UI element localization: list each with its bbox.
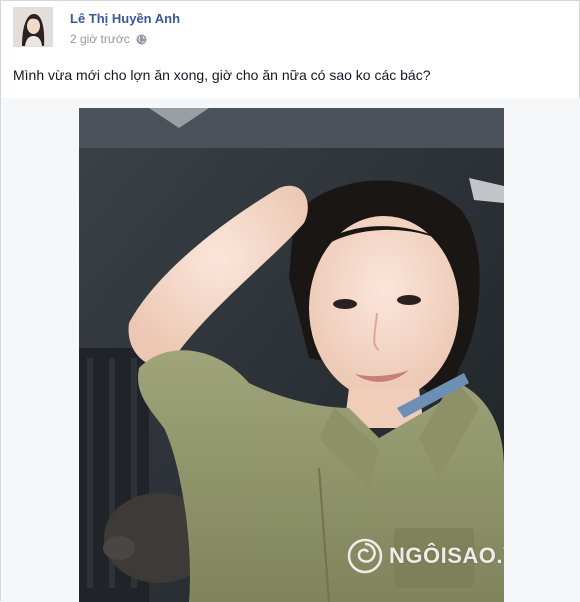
photo-container: NGÔISAO.VN — [1, 98, 580, 602]
timestamp-link[interactable]: 2 giờ trước — [70, 32, 130, 46]
watermark: NGÔISAO.VN — [347, 538, 504, 574]
author-name-link[interactable]: Lê Thị Huyền Anh — [70, 11, 180, 26]
post-header: Lê Thị Huyền Anh 2 giờ trước — [13, 7, 553, 51]
facebook-post: Lê Thị Huyền Anh 2 giờ trước Mình vừa mớ… — [0, 0, 580, 602]
post-photo[interactable]: NGÔISAO.VN — [79, 108, 504, 602]
post-meta: 2 giờ trước — [70, 32, 147, 46]
avatar[interactable] — [13, 7, 53, 47]
globe-icon[interactable] — [136, 34, 147, 45]
photo-illustration — [79, 108, 504, 602]
post-status-text: Mình vừa mới cho lợn ăn xong, giờ cho ăn… — [13, 67, 431, 83]
watermark-text: NGÔISAO.VN — [389, 543, 504, 568]
spiral-logo-icon — [347, 538, 383, 574]
avatar-image — [14, 8, 52, 46]
